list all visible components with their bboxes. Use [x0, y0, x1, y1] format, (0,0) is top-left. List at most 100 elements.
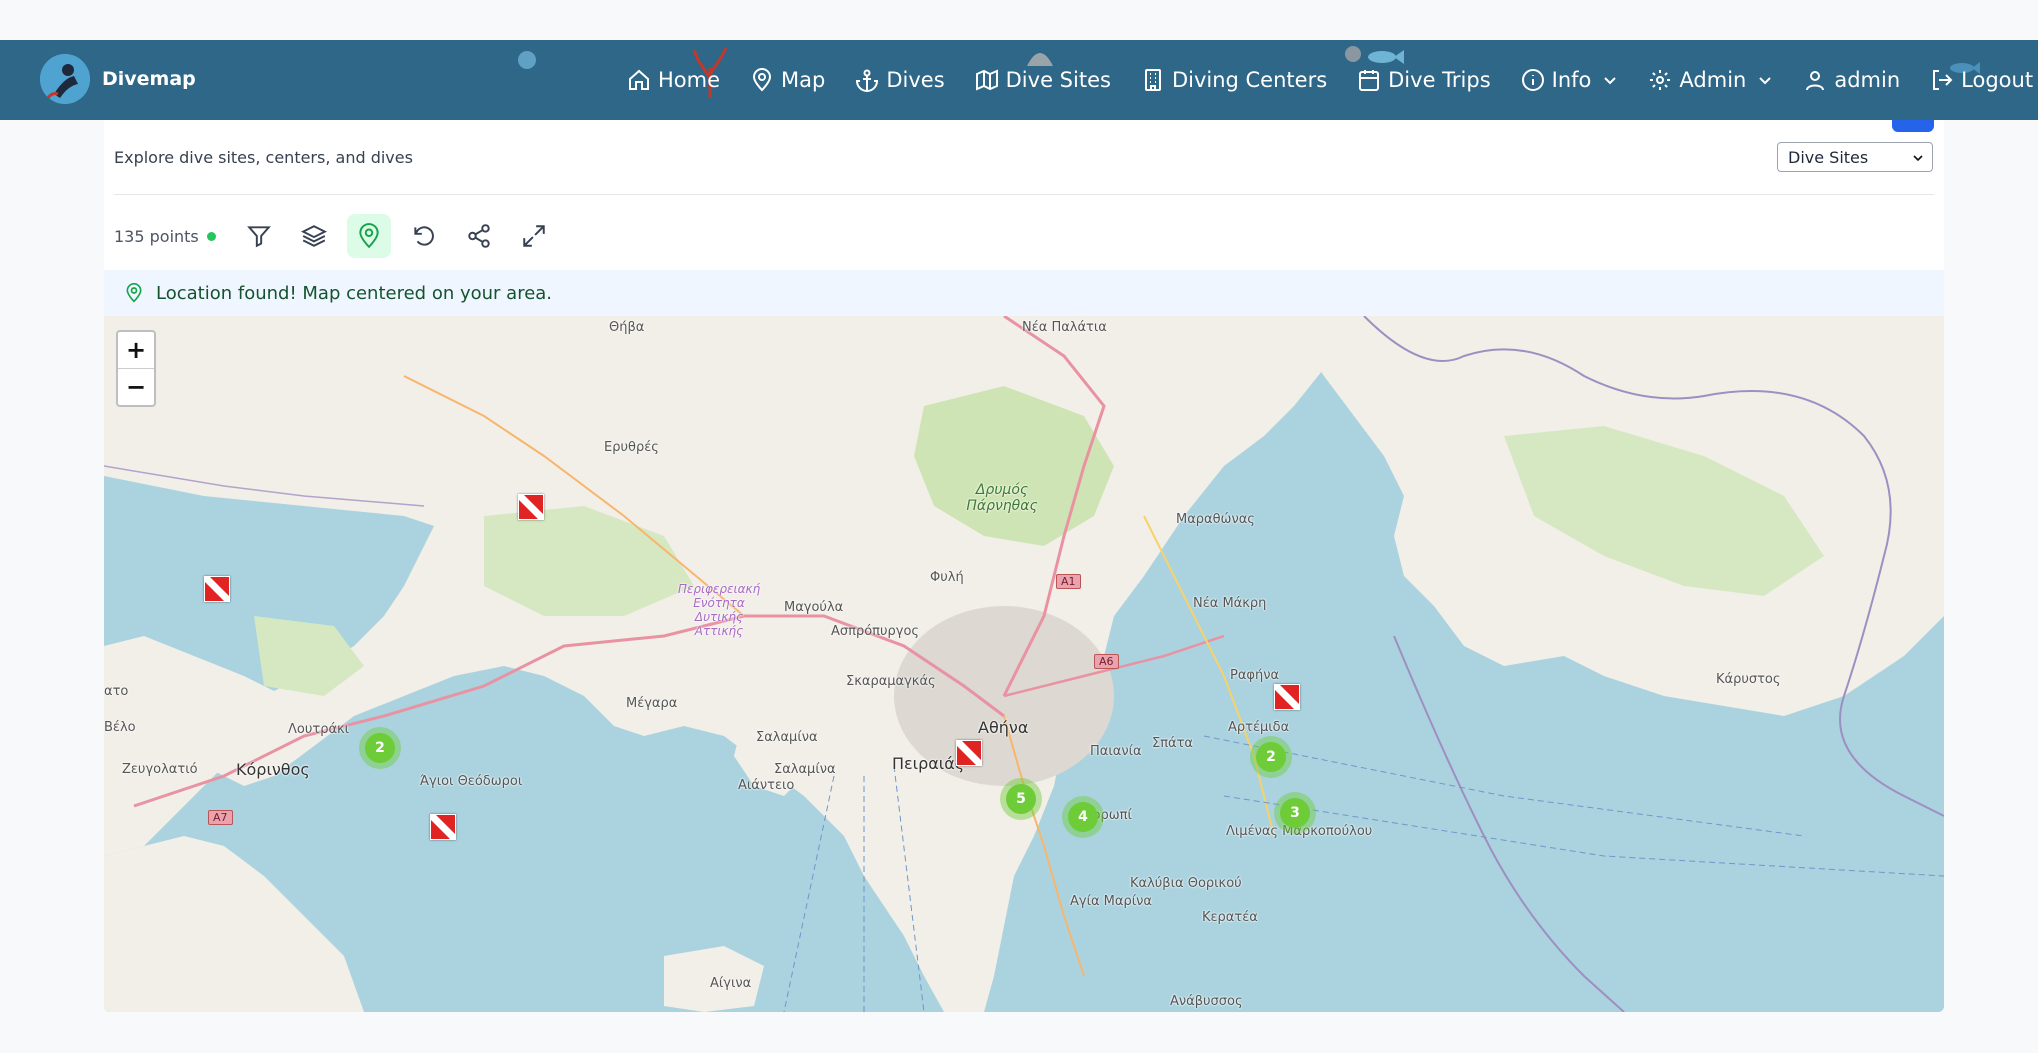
map-label: Λουτράκι [288, 722, 350, 737]
top-navbar: Divemap Home Map Dives Dive Sites Diving… [0, 40, 2038, 120]
nav-dive-trips[interactable]: Dive Trips [1357, 68, 1491, 92]
map-label: Παιανία [1090, 744, 1142, 759]
nav-logout[interactable]: Logout [1930, 68, 2033, 92]
map-label: Ζευγολατιό [122, 762, 198, 777]
nav-diving-centers[interactable]: Diving Centers [1141, 68, 1327, 92]
live-status-dot [206, 231, 216, 241]
gear-icon [1650, 70, 1671, 90]
map-label: Μαγούλα [784, 600, 844, 615]
map-label: Σαλαμίνα [756, 730, 818, 745]
map-label: Βέλο [104, 720, 136, 735]
diver-logo-icon [40, 54, 90, 104]
nav-diving-centers-label: Diving Centers [1171, 68, 1328, 92]
dive-site-marker[interactable] [430, 814, 456, 840]
map-label: Ασπρόπυργος [831, 624, 920, 639]
page-subtitle: Explore dive sites, centers, and dives [114, 148, 413, 167]
map-label: Νέα Παλάτια [1022, 320, 1107, 335]
reset-view-button[interactable] [402, 214, 446, 258]
nav-map-label: Map [781, 68, 826, 92]
marker-cluster[interactable]: 2 [1250, 736, 1292, 778]
logout-icon [1933, 70, 1953, 90]
layers-icon [300, 225, 327, 247]
dive-site-marker[interactable] [518, 494, 544, 520]
home-icon [629, 69, 649, 90]
map-icon [975, 69, 998, 91]
marker-cluster-count: 4 [1068, 802, 1098, 832]
road-shield: A6 [1094, 654, 1119, 669]
anchor-icon [856, 69, 879, 92]
marker-cluster[interactable]: 3 [1274, 792, 1316, 834]
dive-site-marker[interactable] [1274, 684, 1300, 710]
filter-icon [246, 226, 271, 248]
nav-dive-trips-label: Dive Trips [1388, 68, 1491, 92]
marker-cluster-count: 2 [1256, 742, 1286, 772]
marker-cluster-count: 3 [1280, 798, 1310, 828]
dive-flag-icon [431, 815, 455, 839]
nav-dives-label: Dives [886, 68, 945, 92]
nav-dive-sites-label: Dive Sites [1005, 68, 1111, 92]
map-label: Κερατέα [1202, 910, 1258, 925]
nav-dives[interactable]: Dives [855, 68, 945, 92]
brand-name: Divemap [102, 68, 196, 90]
dive-flag-icon [205, 577, 229, 601]
nav-admin-dropdown[interactable]: Admin [1648, 68, 1773, 92]
calendar-icon [1359, 70, 1380, 91]
map-mode-select[interactable]: Dive Sites [1777, 142, 1933, 172]
nav-dive-sites[interactable]: Dive Sites [975, 68, 1111, 92]
road-shield: A1 [1056, 574, 1081, 589]
map-mode-select-value: Dive Sites [1788, 147, 1869, 167]
header-action-button[interactable] [1892, 120, 1934, 132]
nav-logout-label: Logout [1961, 68, 2034, 92]
map-label: Θήβα [609, 320, 645, 335]
my-location-button[interactable] [346, 214, 391, 258]
reset-icon [414, 226, 434, 246]
nav-home[interactable]: Home [627, 68, 720, 92]
dive-flag-icon [1275, 685, 1299, 709]
map-canvas[interactable]: + − Θήβα Νέα Παλάτια Ερυθρές Δρυμός Πάρν… [104, 316, 1944, 1012]
zoom-in-button[interactable]: + [118, 332, 154, 368]
points-count: 135 points [114, 226, 199, 246]
fullscreen-button[interactable] [512, 214, 556, 258]
location-notice-text: Location found! Map centered on your are… [156, 282, 553, 304]
nav-info-dropdown[interactable]: Info [1521, 68, 1619, 92]
map-label: Δρυμός Πάρνηθας [966, 482, 1038, 514]
nav-map[interactable]: Map [750, 68, 825, 92]
map-pin-icon [753, 68, 772, 92]
filter-button[interactable] [237, 214, 281, 258]
share-button[interactable] [457, 214, 501, 258]
map-label: Κάρυστος [1716, 672, 1781, 687]
map-label: Άγιοι Θεόδωροι [420, 774, 523, 789]
marker-cluster[interactable]: 5 [1000, 778, 1042, 820]
map-label: Αρτέμιδα [1228, 720, 1290, 735]
marker-cluster[interactable]: 2 [359, 727, 401, 769]
marker-cluster[interactable]: 4 [1062, 796, 1104, 838]
nav-info-label: Info [1551, 68, 1592, 92]
map-label: Κόρινθος [236, 760, 310, 779]
zoom-out-button[interactable]: − [118, 368, 154, 405]
nav-user[interactable]: admin [1803, 68, 1900, 92]
layers-button[interactable] [292, 214, 336, 258]
map-label: Νέα Μάκρη [1193, 596, 1267, 611]
map-label: Ερυθρές [604, 440, 659, 455]
user-icon [1806, 71, 1825, 91]
zoom-control: + − [116, 330, 156, 407]
brand[interactable]: Divemap [40, 54, 196, 104]
map-label: Περιφερειακή Ενότητα Δυτικής Αττικής [677, 582, 761, 638]
map-label: Αθήνα [978, 718, 1029, 737]
map-label: Σπάτα [1152, 736, 1194, 751]
main-nav: Home Map Dives Dive Sites Diving Centers… [627, 40, 2038, 120]
nav-admin-label: Admin [1679, 68, 1747, 92]
info-icon [1521, 69, 1544, 91]
dive-site-marker[interactable] [204, 576, 230, 602]
chevron-down-icon [1913, 155, 1923, 162]
location-notice: Location found! Map centered on your are… [104, 270, 1944, 316]
bubble-decoration-icon [518, 51, 536, 69]
location-icon [359, 223, 379, 249]
map-label: ατο [104, 684, 129, 699]
map-label: Μέγαρα [626, 696, 678, 711]
map-toolbar: 135 points [114, 213, 556, 259]
map-card: Explore dive sites, centers, and dives D… [104, 120, 1944, 1012]
dive-site-marker[interactable] [956, 740, 982, 766]
map-label: Ραφήνα [1230, 668, 1280, 683]
map-pin-icon [126, 283, 142, 303]
